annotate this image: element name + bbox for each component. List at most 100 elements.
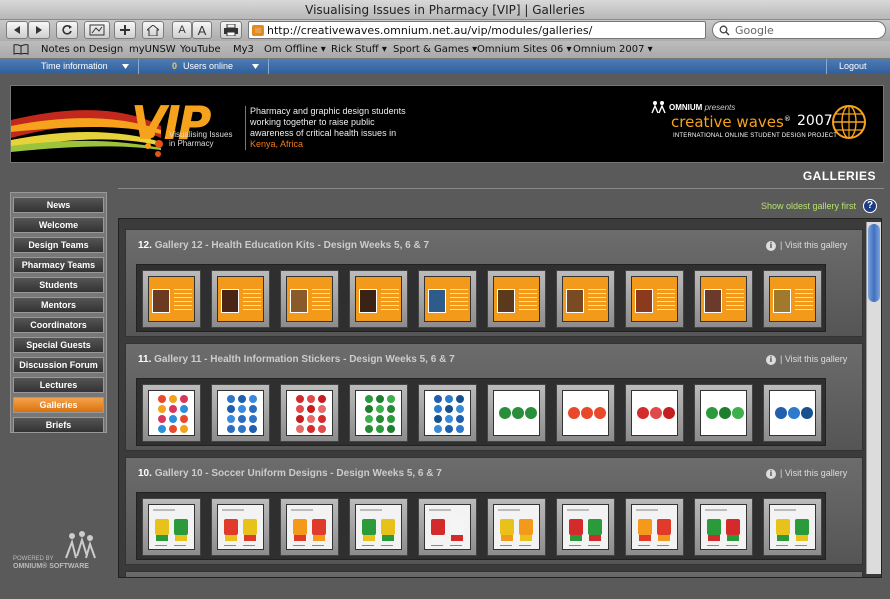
gallery-thumbnail[interactable] xyxy=(142,270,201,328)
users-online-menu[interactable]: Users online xyxy=(183,59,233,74)
uniform-preview xyxy=(631,504,678,550)
info-icon[interactable]: i xyxy=(766,241,776,251)
sidebar-item-special-guests[interactable]: Special Guests xyxy=(13,337,104,353)
omnium-presents: OMNIUM presents xyxy=(669,103,735,112)
gallery-name: Gallery 11 - Health Information Stickers… xyxy=(154,354,455,365)
gallery-thumbnail[interactable] xyxy=(556,270,615,328)
chevron-down-icon xyxy=(252,64,259,69)
gallery-thumbnail[interactable] xyxy=(763,384,822,442)
vip-subtitle-line1: Visualising Issues xyxy=(169,130,233,139)
thumbnail-strip xyxy=(136,492,826,560)
sidebar-item-lectures[interactable]: Lectures xyxy=(13,377,104,393)
gallery-section: 12. Gallery 12 - Health Education Kits -… xyxy=(125,229,863,337)
gallery-thumbnail[interactable] xyxy=(556,384,615,442)
home-button[interactable] xyxy=(142,21,164,39)
visit-gallery-link[interactable]: | Visit this gallery xyxy=(780,354,847,364)
gallery-thumbnail[interactable] xyxy=(142,498,201,556)
gallery-thumbnail[interactable] xyxy=(763,270,822,328)
banner-description-text: Pharmacy and graphic design students wor… xyxy=(250,106,406,138)
search-placeholder: Google xyxy=(735,24,774,37)
gallery-scrollbar[interactable] xyxy=(866,222,881,574)
gallery-thumbnail[interactable] xyxy=(349,270,408,328)
gallery-thumbnail[interactable] xyxy=(487,384,546,442)
sidebar-item-design-teams[interactable]: Design Teams xyxy=(13,237,104,253)
visit-gallery-link[interactable]: | Visit this gallery xyxy=(780,240,847,250)
show-oldest-first-link[interactable]: Show oldest gallery first xyxy=(720,201,856,211)
sidebar-item-news[interactable]: News xyxy=(13,197,104,213)
bookmark-item[interactable]: myUNSW xyxy=(129,44,176,55)
kit-preview xyxy=(355,276,402,322)
sidebar-item-welcome[interactable]: Welcome xyxy=(13,217,104,233)
search-field[interactable]: Google xyxy=(712,21,886,39)
site-banner: VIP Visualising Issues in Pharmacy Pharm… xyxy=(10,85,884,163)
back-button[interactable] xyxy=(6,21,28,39)
gallery-thumbnail[interactable] xyxy=(211,270,270,328)
help-icon[interactable]: ? xyxy=(863,199,877,213)
sidebar-item-mentors[interactable]: Mentors xyxy=(13,297,104,313)
forward-button[interactable] xyxy=(28,21,50,39)
gallery-thumbnail[interactable] xyxy=(625,270,684,328)
gallery-thumbnail[interactable] xyxy=(487,498,546,556)
gallery-number: 11. xyxy=(138,354,152,365)
gallery-thumbnail[interactable] xyxy=(280,270,339,328)
gallery-title[interactable]: 11. Gallery 11 - Health Information Stic… xyxy=(138,354,455,365)
window-titlebar: Visualising Issues in Pharmacy [VIP] | G… xyxy=(0,0,890,20)
print-button[interactable] xyxy=(220,21,242,39)
reload-button[interactable] xyxy=(56,21,78,39)
bookmark-item[interactable]: Notes on Design xyxy=(41,44,123,55)
add-bookmark-button[interactable] xyxy=(114,21,136,39)
bookmark-item[interactable]: Om Offline ▾ xyxy=(264,44,326,55)
bookmark-item[interactable]: Omnium 2007 ▾ xyxy=(573,44,653,55)
visit-gallery-link[interactable]: | Visit this gallery xyxy=(780,468,847,478)
sidebar-item-galleries[interactable]: Galleries xyxy=(13,397,104,413)
gallery-thumbnail[interactable] xyxy=(211,384,270,442)
browser-toolbar: A A http://creativewaves.omnium.net.au/v… xyxy=(0,20,890,41)
bookmark-item[interactable]: Omnium Sites 06 ▾ xyxy=(477,44,572,55)
logout-link[interactable]: Logout xyxy=(839,59,867,74)
gallery-thumbnail[interactable] xyxy=(418,384,477,442)
bookmarks-bar: Notes on Design myUNSW YouTube My3 Om Of… xyxy=(0,41,890,59)
info-icon[interactable]: i xyxy=(766,469,776,479)
bookmarks-book-icon[interactable] xyxy=(13,44,29,55)
gallery-thumbnail[interactable] xyxy=(142,384,201,442)
gallery-thumbnail[interactable] xyxy=(418,270,477,328)
font-larger-button[interactable]: A xyxy=(192,21,212,39)
gallery-thumbnail[interactable] xyxy=(280,384,339,442)
address-bar[interactable]: http://creativewaves.omnium.net.au/vip/m… xyxy=(248,21,706,39)
sidebar-item-coordinators[interactable]: Coordinators xyxy=(13,317,104,333)
bookmark-item[interactable]: YouTube xyxy=(180,44,221,55)
gallery-thumbnail[interactable] xyxy=(349,384,408,442)
reload-icon xyxy=(62,25,72,35)
sidebar-item-students[interactable]: Students xyxy=(13,277,104,293)
bookmark-item[interactable]: Rick Stuff ▾ xyxy=(331,44,387,55)
kit-preview xyxy=(700,276,747,322)
gallery-thumbnail[interactable] xyxy=(487,270,546,328)
scrollbar-thumb[interactable] xyxy=(868,224,880,302)
gallery-thumbnail[interactable] xyxy=(625,384,684,442)
font-smaller-button[interactable]: A xyxy=(172,21,192,39)
snapback-button[interactable] xyxy=(84,21,110,39)
topbar-divider xyxy=(138,59,139,74)
bookmark-item[interactable]: My3 xyxy=(233,44,254,55)
gallery-name: Gallery 12 - Health Education Kits - Des… xyxy=(154,240,430,251)
bookmark-item[interactable]: Sport & Games ▾ xyxy=(393,44,477,55)
sidebar-item-briefs[interactable]: Briefs xyxy=(13,417,104,433)
gallery-thumbnail[interactable] xyxy=(763,498,822,556)
sidebar-item-pharmacy-teams[interactable]: Pharmacy Teams xyxy=(13,257,104,273)
gallery-thumbnail[interactable] xyxy=(280,498,339,556)
time-information-menu[interactable]: Time information xyxy=(41,59,108,74)
sticker-preview xyxy=(769,390,816,436)
gallery-thumbnail[interactable] xyxy=(694,270,753,328)
gallery-thumbnail[interactable] xyxy=(556,498,615,556)
uniform-preview xyxy=(562,504,609,550)
gallery-thumbnail[interactable] xyxy=(694,384,753,442)
gallery-title[interactable]: 12. Gallery 12 - Health Education Kits -… xyxy=(138,240,429,251)
gallery-thumbnail[interactable] xyxy=(418,498,477,556)
gallery-thumbnail[interactable] xyxy=(694,498,753,556)
gallery-thumbnail[interactable] xyxy=(211,498,270,556)
info-icon[interactable]: i xyxy=(766,355,776,365)
gallery-title[interactable]: 10. Gallery 10 - Soccer Uniform Designs … xyxy=(138,468,442,479)
sidebar-item-discussion-forum[interactable]: Discussion Forum xyxy=(13,357,104,373)
gallery-thumbnail[interactable] xyxy=(625,498,684,556)
gallery-thumbnail[interactable] xyxy=(349,498,408,556)
